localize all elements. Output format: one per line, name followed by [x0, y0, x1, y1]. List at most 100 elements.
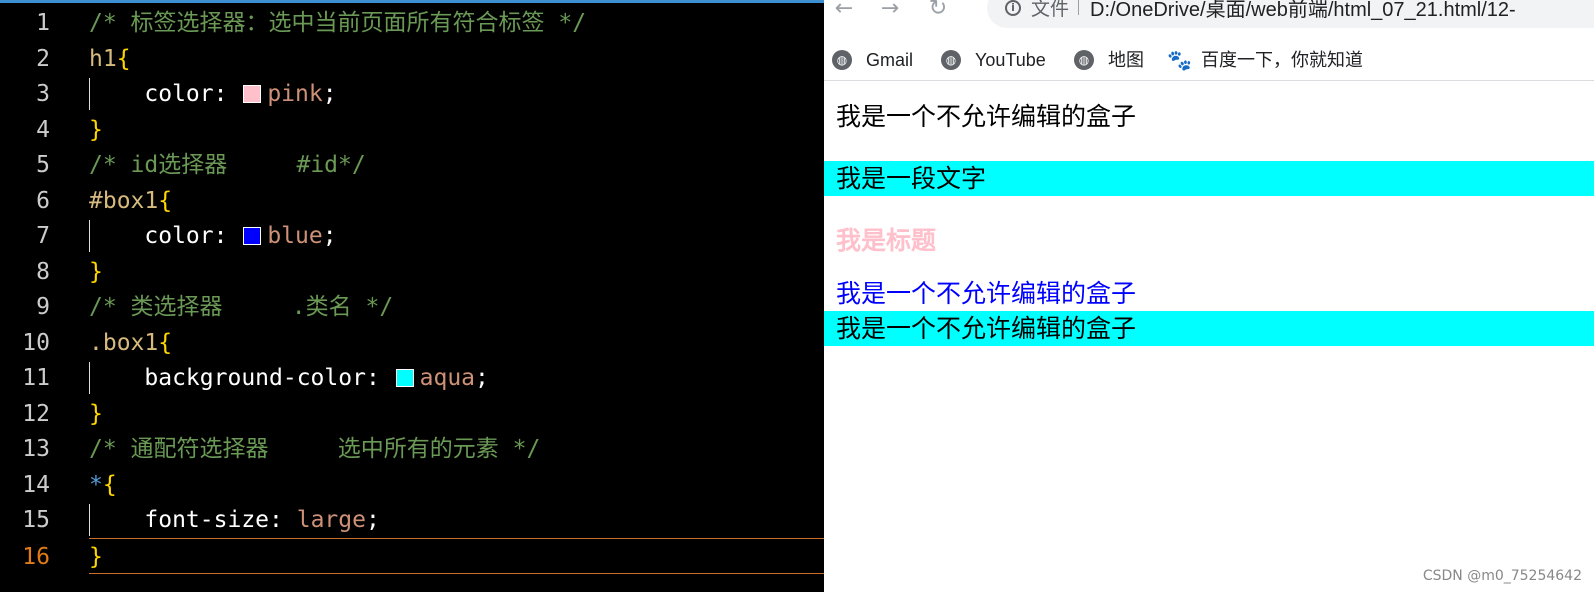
- code-token: large: [296, 507, 366, 533]
- bookmark-label: 百度一下，你就知道: [1201, 50, 1363, 70]
- code-token: color:: [89, 81, 242, 107]
- code-token: h1: [89, 45, 117, 72]
- code-token: /* 通配符选择器 选中所有的元素 */: [89, 436, 541, 462]
- address-url[interactable]: D:/OneDrive/桌面/web前端/html_07_21.html/12-: [1090, 0, 1516, 22]
- line-number: 5: [36, 152, 50, 178]
- code-token: .box1: [89, 329, 159, 356]
- globe-icon: ◍: [941, 50, 961, 70]
- bookmark-label: YouTube: [975, 50, 1046, 70]
- code-token: blue: [267, 223, 323, 249]
- code-line[interactable]: 7 color: blue;: [0, 218, 824, 254]
- code-token: ;: [322, 223, 337, 249]
- code-line[interactable]: 4}: [0, 112, 824, 148]
- code-text[interactable]: /* 通配符选择器 选中所有的元素 */: [89, 431, 540, 467]
- code-text[interactable]: }: [89, 112, 103, 148]
- code-token: }: [89, 258, 103, 285]
- bookmark-label: 地图: [1108, 50, 1144, 70]
- code-token: /* 类选择器 .类名 */: [89, 294, 394, 320]
- line-number: 16: [22, 543, 50, 570]
- line-number: 12: [22, 400, 50, 427]
- code-editor[interactable]: 1/* 标签选择器：选中当前页面所有符合标签 */2 h1{3 color: pi…: [0, 0, 824, 592]
- code-line[interactable]: 5 /* id选择器 #id*/: [0, 147, 824, 183]
- code-line[interactable]: 13 /* 通配符选择器 选中所有的元素 */: [0, 431, 824, 467]
- line-number: 8: [36, 258, 50, 285]
- code-token: background-color:: [89, 365, 394, 391]
- browser-toolbar: ← → ↻ i 文件 D:/OneDrive/桌面/web前端/html_07_…: [824, 0, 1594, 32]
- code-token: }: [89, 116, 103, 143]
- page-text-block: 我是一个不允许编辑的盒子: [836, 102, 1137, 131]
- code-token: }: [89, 543, 103, 570]
- color-swatch[interactable]: [243, 227, 262, 245]
- line-number: 9: [36, 294, 50, 320]
- page-text-block: 我是一个不允许编辑的盒子: [836, 279, 1137, 308]
- code-token: {: [158, 329, 173, 356]
- code-token: {: [102, 471, 117, 498]
- code-line[interactable]: 16}: [22, 537, 824, 575]
- code-line[interactable]: 10 .box1{: [0, 325, 824, 361]
- code-text[interactable]: background-color: aqua;: [89, 360, 489, 396]
- code-line[interactable]: 6 #box1{: [0, 183, 824, 219]
- page-text-block: 我是一段文字: [824, 161, 1594, 196]
- globe-icon: ◍: [832, 50, 852, 70]
- code-token: ;: [475, 365, 489, 391]
- line-number: 4: [36, 116, 50, 143]
- browser-window: ← → ↻ i 文件 D:/OneDrive/桌面/web前端/html_07_…: [824, 0, 1594, 592]
- line-number: 14: [22, 471, 50, 498]
- code-line[interactable]: 1 /* 标签选择器：选中当前页面所有符合标签 */: [0, 5, 824, 41]
- code-text[interactable]: /* id选择器 #id*/: [89, 147, 366, 183]
- code-text[interactable]: }: [89, 254, 103, 290]
- code-line[interactable]: 11 background-color: aqua;: [0, 360, 824, 396]
- bookmark-label: Gmail: [866, 50, 914, 70]
- code-text[interactable]: *{: [89, 467, 117, 503]
- line-number: 13: [22, 436, 50, 462]
- code-line[interactable]: 12}: [0, 396, 824, 432]
- code-token: /* 标签选择器：选中当前页面所有符合标签 */: [89, 10, 587, 36]
- line-number: 11: [22, 365, 50, 391]
- line-number: 6: [36, 187, 50, 214]
- line-number: 10: [22, 329, 50, 356]
- code-text[interactable]: color: pink;: [89, 76, 337, 112]
- code-text[interactable]: color: blue;: [89, 218, 337, 254]
- reload-icon[interactable]: ↻: [924, 0, 952, 22]
- code-text[interactable]: }: [89, 539, 103, 575]
- line-number: 1: [36, 10, 50, 36]
- code-token: aqua: [419, 365, 476, 391]
- back-arrow-icon[interactable]: ←: [830, 0, 858, 22]
- code-token: /* id选择器 #id*/: [89, 152, 366, 178]
- address-separator: [1078, 0, 1079, 15]
- code-text[interactable]: font-size: large;: [89, 502, 380, 538]
- line-number: 7: [36, 223, 50, 249]
- color-swatch[interactable]: [243, 85, 262, 103]
- code-line[interactable]: 9 /* 类选择器 .类名 */: [0, 289, 824, 325]
- code-text[interactable]: /* 标签选择器：选中当前页面所有符合标签 */: [89, 5, 586, 41]
- info-icon[interactable]: i: [1005, 0, 1021, 16]
- code-token: {: [158, 187, 173, 214]
- forward-arrow-icon[interactable]: →: [876, 0, 904, 22]
- code-text[interactable]: }: [89, 396, 103, 432]
- code-text[interactable]: /* 类选择器 .类名 */: [89, 289, 393, 325]
- code-token: ;: [322, 81, 337, 107]
- code-token: *: [89, 471, 103, 498]
- code-line[interactable]: 15 font-size: large;: [0, 502, 824, 538]
- line-number: 2: [36, 45, 50, 72]
- color-swatch[interactable]: [395, 369, 414, 387]
- code-token: ;: [365, 507, 380, 533]
- code-token: }: [89, 400, 103, 427]
- page-viewport: 我是一个不允许编辑的盒子 我是一段文字 我是标题 我是一个不允许编辑的盒子 我是一个不允…: [824, 81, 1594, 592]
- code-token: #box1: [89, 187, 159, 214]
- page-heading: 我是标题: [836, 226, 937, 255]
- address-bar[interactable]: i 文件 D:/OneDrive/桌面/web前端/html_07_21.htm…: [987, 0, 1594, 28]
- code-line[interactable]: 8}: [0, 254, 824, 290]
- globe-icon: ◍: [1074, 50, 1094, 70]
- code-token: font-size:: [89, 507, 297, 533]
- code-line[interactable]: 14 *{: [0, 467, 824, 503]
- code-line[interactable]: 2 h1{: [0, 41, 824, 77]
- code-text[interactable]: #box1{: [89, 183, 172, 219]
- line-number: 3: [36, 81, 50, 107]
- code-text[interactable]: h1{: [89, 41, 131, 77]
- bookmarks-bar: ◍ Gmail ◍ YouTube ◍ 地图 🐾 百度一下，你就知道: [824, 40, 1594, 81]
- code-line[interactable]: 3 color: pink;: [0, 76, 824, 112]
- address-scheme-label: 文件: [1031, 0, 1070, 20]
- code-text[interactable]: .box1{: [89, 325, 172, 361]
- code-token: pink: [267, 81, 323, 107]
